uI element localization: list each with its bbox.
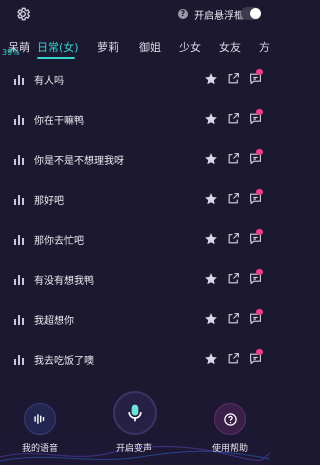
share-icon[interactable] (227, 352, 240, 365)
list-item[interactable]: 那你去忙吧 (0, 222, 270, 262)
floating-window-toggle[interactable] (241, 7, 261, 20)
audio-bars-icon (14, 235, 24, 245)
audio-bars-icon (14, 315, 24, 325)
tab-girl[interactable]: 少女 (179, 39, 201, 55)
active-tab-indicator (37, 57, 75, 59)
star-icon[interactable] (204, 72, 218, 86)
star-icon[interactable] (204, 152, 218, 166)
new-badge (256, 189, 263, 195)
star-icon[interactable] (204, 192, 218, 206)
phrase-text: 有人吗 (34, 76, 64, 87)
start-voice-change-label: 开启变声 (116, 444, 153, 454)
share-icon[interactable] (227, 312, 240, 325)
new-badge (256, 349, 263, 355)
bottom-nav: 我的语音 开启变声 使用帮助 (0, 385, 270, 465)
star-icon[interactable] (204, 352, 218, 366)
phrase-text: 那你去忙吧 (34, 236, 84, 247)
share-icon[interactable] (227, 72, 240, 85)
help-button[interactable] (214, 403, 246, 435)
gear-icon[interactable] (15, 6, 31, 22)
toggle-knob (250, 8, 261, 19)
tab-yujie[interactable]: 御姐 (139, 39, 161, 55)
top-bar: ? 开启悬浮框 (0, 0, 270, 30)
audio-bars-icon (14, 195, 24, 205)
star-icon[interactable] (204, 232, 218, 246)
share-icon[interactable] (227, 272, 240, 285)
share-icon[interactable] (227, 152, 240, 165)
phrase-text: 你在干嘛鸭 (34, 116, 84, 127)
share-icon[interactable] (227, 232, 240, 245)
my-voice-button[interactable] (24, 403, 56, 435)
new-badge (256, 229, 263, 235)
star-icon[interactable] (204, 312, 218, 326)
tab-more[interactable]: 方 (259, 39, 270, 55)
audio-bars-icon (14, 115, 24, 125)
audio-bars-icon (14, 75, 24, 85)
help-label: 使用帮助 (212, 444, 249, 454)
tab-loli[interactable]: 萝莉 (97, 39, 119, 55)
category-tabs: 呆萌 日常(女) 萝莉 御姐 少女 女友 方 (0, 33, 270, 61)
phrase-text: 那好吧 (34, 196, 64, 207)
audio-bars-icon (14, 355, 24, 365)
audio-bars-icon (14, 275, 24, 285)
microphone-icon (128, 404, 142, 422)
star-icon[interactable] (204, 272, 218, 286)
floating-window-label: 开启悬浮框 (194, 11, 244, 22)
list-item[interactable]: 我去吃饭了噢 (0, 342, 270, 382)
new-badge (256, 309, 263, 315)
tab-girlfriend[interactable]: 女友 (219, 39, 241, 55)
my-voice-label: 我的语音 (22, 444, 59, 454)
share-icon[interactable] (227, 192, 240, 205)
list-item[interactable]: 我超想你 (0, 302, 270, 342)
start-voice-change-button[interactable] (113, 391, 157, 435)
phrase-text: 你是不是不想理我呀 (34, 156, 124, 167)
star-icon[interactable] (204, 112, 218, 126)
list-item[interactable]: 有人吗 (0, 62, 270, 102)
phrase-text: 我去吃饭了噢 (34, 356, 94, 367)
new-badge (256, 69, 263, 75)
list-item[interactable]: 你是不是不想理我呀 (0, 142, 270, 182)
phrase-text: 有没有想我鸭 (34, 276, 94, 287)
share-icon[interactable] (227, 112, 240, 125)
list-item[interactable]: 有没有想我鸭 (0, 262, 270, 302)
voice-wave-icon (34, 414, 45, 424)
new-badge (256, 269, 263, 275)
list-item[interactable]: 你在干嘛鸭 (0, 102, 270, 142)
list-item[interactable]: 那好吧 (0, 182, 270, 222)
tab-daily-female[interactable]: 日常(女) (37, 39, 79, 55)
progress-percent: 39% (2, 48, 20, 57)
help-icon (224, 413, 237, 426)
help-icon[interactable]: ? (178, 9, 188, 19)
new-badge (256, 109, 263, 115)
new-badge (256, 149, 263, 155)
audio-bars-icon (14, 155, 24, 165)
phrase-text: 我超想你 (34, 316, 74, 327)
